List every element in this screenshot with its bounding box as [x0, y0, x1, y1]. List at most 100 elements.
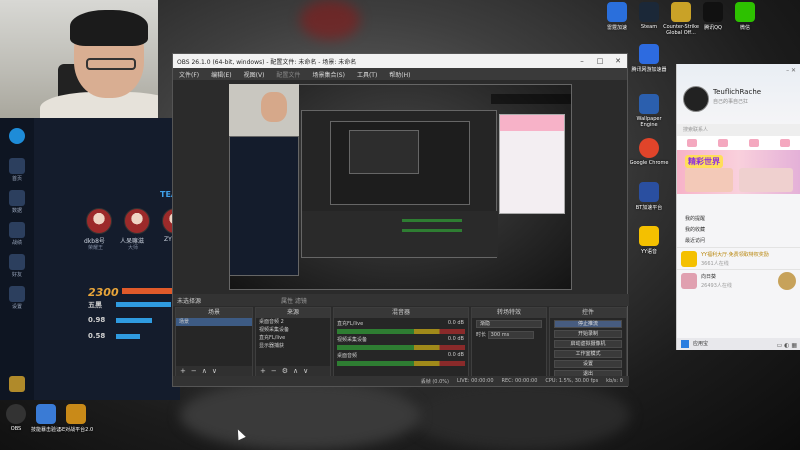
menu-edit[interactable]: 编辑(E): [205, 70, 237, 79]
source-properties-filters[interactable]: 属性 滤镜: [281, 296, 307, 305]
sidebar-item-settings[interactable]: 设置: [2, 303, 32, 310]
qq-spacer: [677, 194, 800, 214]
duration-label: 时长: [476, 332, 487, 338]
home-icon[interactable]: [9, 158, 25, 174]
desktop-icon-wallpaper-engine[interactable]: Wallpaper Engine: [629, 94, 669, 128]
qq-menu-favorites[interactable]: 我的收藏: [677, 225, 800, 236]
scene-item[interactable]: 场景: [176, 318, 252, 326]
qq-feed-item[interactable]: 向日葵 26493人在线: [677, 269, 800, 291]
volume-meter[interactable]: [337, 329, 465, 334]
feed-title: 向日葵: [701, 274, 717, 280]
preview-face: [261, 92, 287, 122]
scene-toolbar[interactable]: +−∧∨: [176, 366, 252, 376]
menu-scene-collection[interactable]: 场景集合(S): [306, 70, 351, 79]
qq-tab-icon[interactable]: [718, 139, 729, 147]
bitrate: kb/s: 0: [606, 378, 623, 384]
desktop-icon-wechat[interactable]: 微信: [725, 2, 765, 31]
score-value: 2300: [88, 286, 119, 299]
volume-meter[interactable]: [337, 361, 465, 366]
record-icon[interactable]: [9, 222, 25, 238]
qq-tab-icon[interactable]: [748, 139, 759, 147]
obs-preview[interactable]: [229, 84, 572, 290]
qq-tab-icon[interactable]: [779, 139, 790, 147]
player-avatar[interactable]: [124, 208, 150, 234]
desktop-icon-label: BT加速平台: [635, 205, 663, 211]
source-item[interactable]: 显示器捕获: [256, 342, 330, 350]
stat-label: 五黑: [88, 301, 102, 309]
qq-icon: [703, 2, 723, 22]
person-glasses: [86, 58, 136, 70]
stop-streaming-button[interactable]: 停止推流: [554, 320, 622, 328]
minimize-icon[interactable]: –: [573, 57, 591, 65]
channel-db: 0.0 dB: [447, 320, 464, 326]
preview-nested-obs-deep: [349, 130, 419, 174]
qq-tab-icon[interactable]: [687, 139, 698, 147]
menu-profile[interactable]: 配置文件: [270, 70, 306, 79]
source-toolbar-buttons[interactable]: +−⚙∧∨: [256, 366, 330, 376]
desktop-icon-label: OBS: [10, 426, 22, 432]
desktop-icon-label: Wallpaper Engine: [636, 116, 662, 128]
preview-webcam: [229, 84, 299, 136]
menu-view[interactable]: 视图(V): [238, 70, 271, 79]
studio-mode-button[interactable]: 工作室模式: [554, 350, 622, 358]
desktop-icon-chrome[interactable]: Google Chrome: [629, 138, 669, 166]
player-rank: 大师: [128, 245, 139, 251]
start-recording-button[interactable]: 开始录制: [554, 330, 622, 338]
source-item[interactable]: 桌面音频 2: [256, 318, 330, 326]
virtual-camera-button[interactable]: 启动虚拟摄像机: [554, 340, 622, 348]
scenes-dock: 场景 场景 +−∧∨: [175, 307, 253, 377]
avatar[interactable]: [683, 86, 709, 112]
banner-photo: [739, 168, 793, 192]
window-title: OBS 26.1.0 (64-bit, windows) - 配置文件: 未命名…: [177, 58, 357, 66]
maximize-icon[interactable]: □: [591, 57, 609, 65]
menu-file[interactable]: 文件(F): [173, 70, 205, 79]
player-rank: 荣耀王: [88, 245, 104, 251]
qq-bottom-icons[interactable]: ▭ ◐ ▦: [777, 340, 797, 352]
stat-bar: [116, 334, 140, 339]
qq-feed-item[interactable]: YY福利大厅·免费领取特权奖励 3661人在线: [677, 247, 800, 269]
desktop-icon-yy[interactable]: YY语音: [629, 226, 669, 255]
webcam-feed: [0, 0, 158, 118]
sidebar-item-home[interactable]: 首页: [2, 175, 32, 182]
desktop-icon-game-accelerator[interactable]: 腾讯网游加速器: [629, 44, 669, 73]
wechat-icon: [735, 2, 755, 22]
qq-window-controls[interactable]: – ✕: [786, 67, 796, 74]
desktop-icon-5e[interactable]: 5E对战平台2.0: [56, 404, 96, 433]
desktop-icon-label: Steam: [640, 24, 658, 30]
bt-icon: [639, 182, 659, 202]
game-client-window: 首页 数据 战绩 好友 设置 TEA dkb8号 荣耀王 人呆嘛滋 大师 ZY …: [0, 118, 188, 400]
qq-search-input[interactable]: 搜索联系人: [677, 124, 800, 136]
yy-icon: [681, 251, 697, 267]
feed-thumbnail: [681, 273, 697, 289]
sidebar-item-friends[interactable]: 好友: [2, 271, 32, 278]
rank-badge-icon: [9, 376, 25, 392]
volume-meter[interactable]: [337, 345, 465, 350]
sidebar-item-stats[interactable]: 数据: [2, 207, 32, 214]
obs-titlebar[interactable]: OBS 26.1.0 (64-bit, windows) - 配置文件: 未命名…: [173, 54, 627, 68]
settings-button[interactable]: 设置: [554, 360, 622, 368]
menu-tools[interactable]: 工具(T): [351, 70, 383, 79]
settings-icon[interactable]: [9, 286, 25, 302]
sidebar-item-record[interactable]: 战绩: [2, 239, 32, 246]
desktop-icon-bt[interactable]: BT加速平台: [629, 182, 669, 211]
dock-title: 混音器: [334, 308, 468, 318]
source-item[interactable]: 直充FL/live: [256, 334, 330, 342]
qq-menu-reminders[interactable]: 我的提醒: [677, 214, 800, 225]
qq-bottom-bar: 应用宝 ▭ ◐ ▦: [677, 338, 800, 350]
feed-sub: 3661人在线: [701, 261, 729, 267]
qq-app-store[interactable]: 应用宝: [693, 341, 708, 347]
qq-signature[interactable]: 自己的事自己扛: [713, 98, 748, 105]
source-item[interactable]: 视频采集设备: [256, 326, 330, 334]
qq-banner[interactable]: 精彩世界: [677, 150, 800, 194]
friends-icon[interactable]: [9, 254, 25, 270]
player-avatar[interactable]: [86, 208, 112, 234]
qq-menu-recent[interactable]: 最近访问: [677, 236, 800, 247]
transition-select[interactable]: 渐隐: [476, 320, 542, 328]
duration-input[interactable]: 300 ms: [487, 331, 534, 339]
menu-help[interactable]: 帮助(H): [383, 70, 416, 79]
close-icon[interactable]: ✕: [609, 57, 627, 65]
menu-icon[interactable]: [681, 340, 689, 348]
stats-icon[interactable]: [9, 190, 25, 206]
desktop-icon-label: 腾讯网游加速器: [631, 67, 667, 73]
channel-db: 0.0 dB: [447, 336, 464, 342]
